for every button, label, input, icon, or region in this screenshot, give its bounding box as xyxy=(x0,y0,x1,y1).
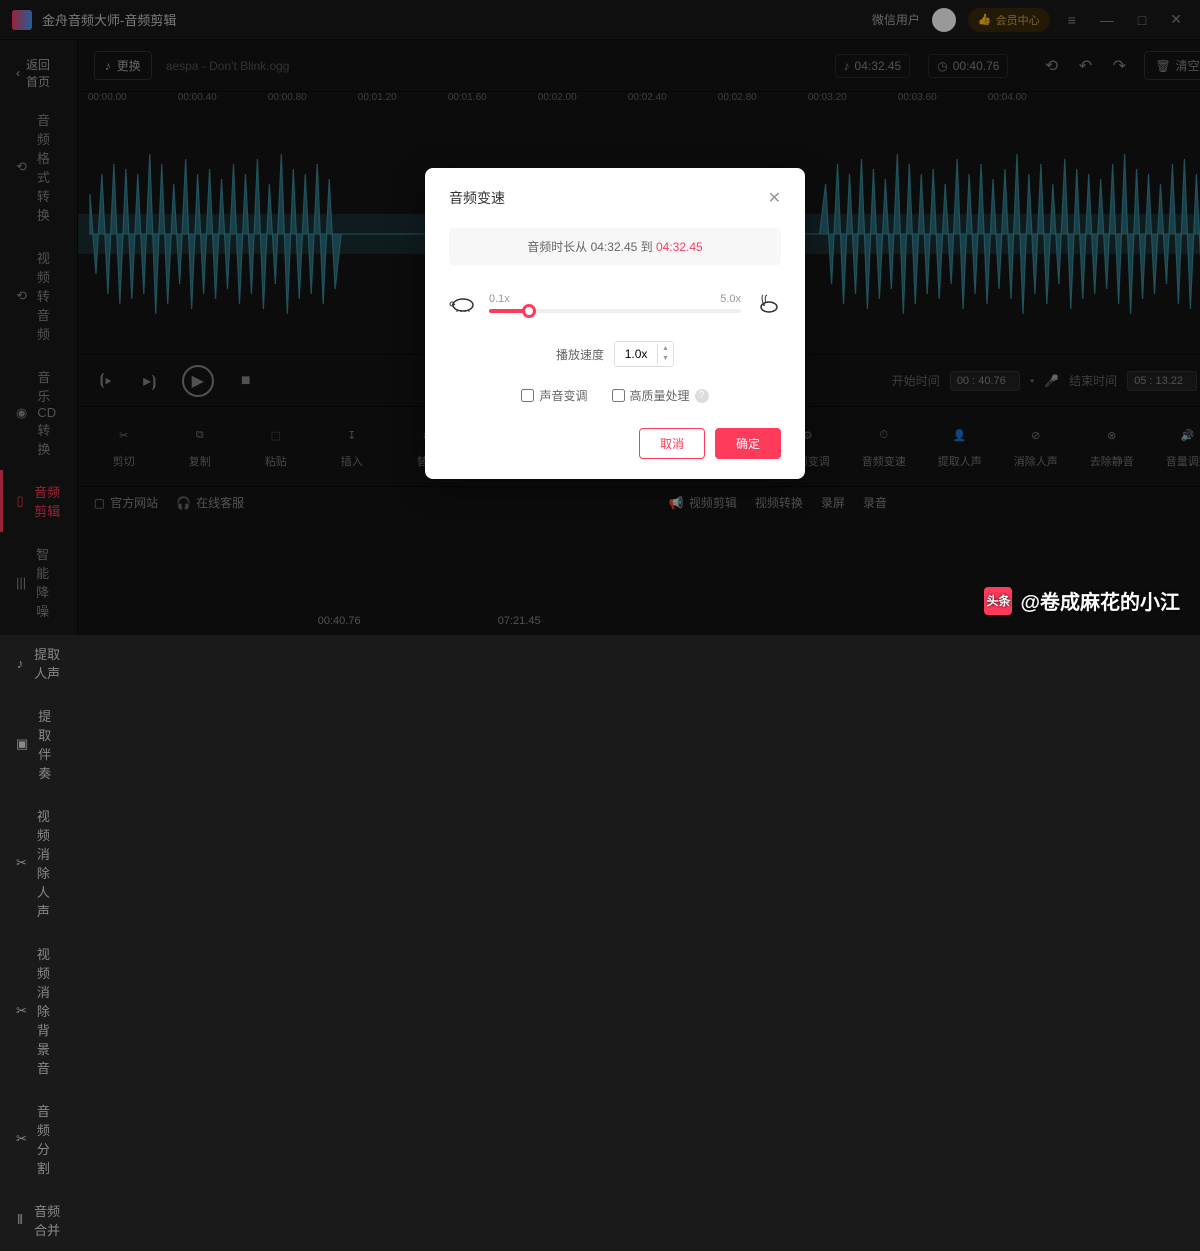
cancel-button[interactable]: 取消 xyxy=(639,428,705,459)
speed-input[interactable] xyxy=(615,342,657,366)
accomp-icon: ▣ xyxy=(16,736,28,752)
rabbit-icon xyxy=(753,293,781,313)
turtle-icon xyxy=(449,293,477,313)
dialog-title: 音频变速 xyxy=(449,188,505,208)
split-icon: ✂ xyxy=(16,1131,27,1147)
merge-icon: ⫴ xyxy=(16,1212,24,1228)
rmbg-icon: ✂ xyxy=(16,1003,27,1019)
sidebar-item-merge[interactable]: ⫴音频合并 xyxy=(0,1189,77,1251)
speed-label: 播放速度 xyxy=(556,346,604,363)
sidebar-item-rmbg-video[interactable]: ✂视频消除背景音 xyxy=(0,932,77,1089)
help-icon[interactable]: ? xyxy=(695,389,709,403)
watermark-logo-icon: 头条 xyxy=(984,587,1012,615)
hq-checkbox[interactable]: 高质量处理? xyxy=(612,387,709,404)
sidebar-item-vocal[interactable]: ♪提取人声 xyxy=(0,632,77,694)
ok-button[interactable]: 确定 xyxy=(715,428,781,459)
dialog-close-icon[interactable]: ✕ xyxy=(768,188,781,208)
sidebar-item-rmvocal-video[interactable]: ✂视频消除人声 xyxy=(0,794,77,932)
slider-thumb[interactable] xyxy=(522,304,536,318)
speed-slider[interactable]: 0.1x5.0x xyxy=(489,293,741,313)
sidebar-item-accomp[interactable]: ▣提取伴奏 xyxy=(0,694,77,794)
spinner-up-icon[interactable]: ▲ xyxy=(658,344,673,354)
pitch-checkbox[interactable]: 声音变调 xyxy=(521,387,587,404)
rmvocal-icon: ✂ xyxy=(16,855,27,871)
speed-spinner[interactable]: ▲▼ xyxy=(614,341,674,367)
dialog-info: 音频时长从 04:32.45 到 04:32.45 xyxy=(449,228,781,265)
spinner-down-icon[interactable]: ▼ xyxy=(658,354,673,364)
sidebar-item-split[interactable]: ✂音频分割 xyxy=(0,1089,77,1189)
speed-dialog: 音频变速 ✕ 音频时长从 04:32.45 到 04:32.45 0.1x5.0… xyxy=(425,168,805,479)
watermark: 头条 @卷成麻花的小江 xyxy=(984,586,1180,615)
vocal-icon: ♪ xyxy=(16,655,24,671)
